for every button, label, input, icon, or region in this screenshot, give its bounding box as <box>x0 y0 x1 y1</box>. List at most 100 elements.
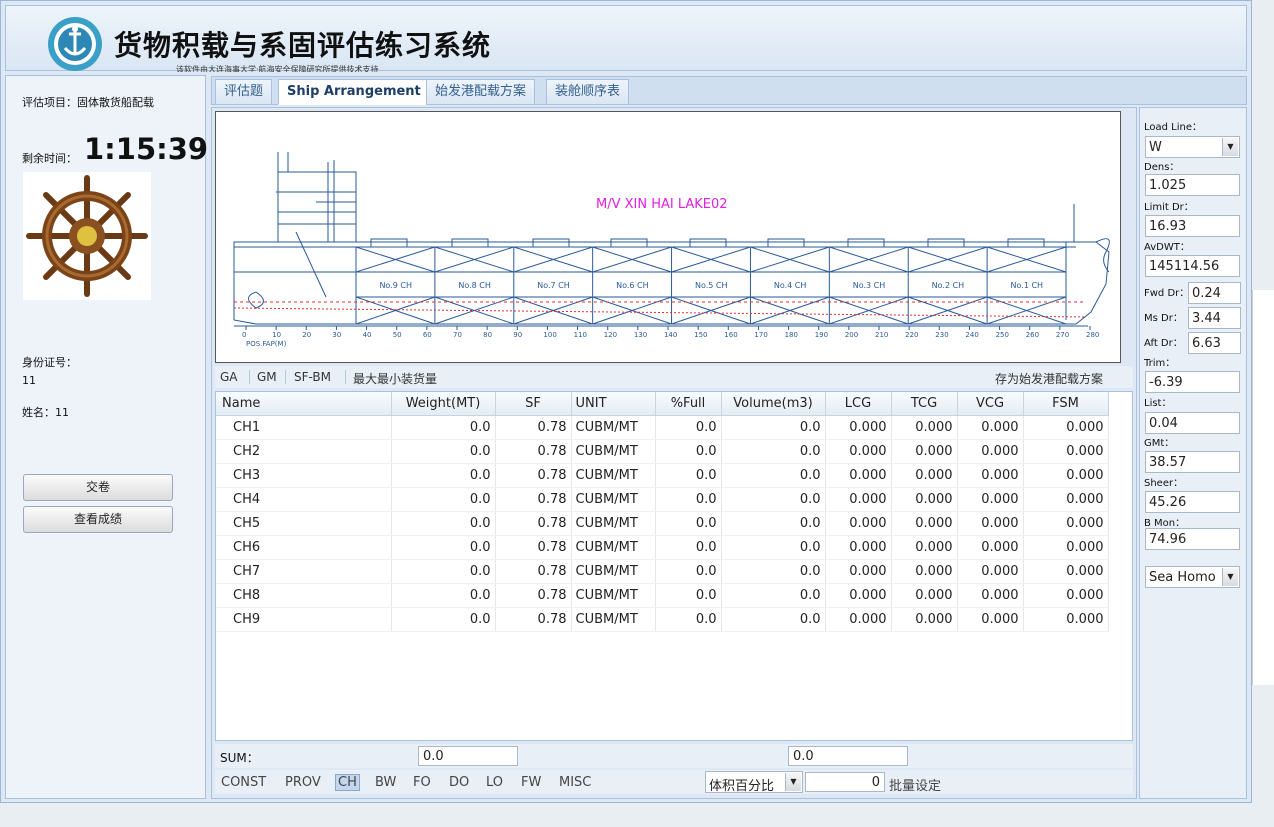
tab-bw[interactable]: BW <box>375 775 396 790</box>
save-departure-plan-button[interactable]: 存为始发港配载方案 <box>995 370 1103 387</box>
table-cell-sf[interactable]: 0.78 <box>495 463 572 488</box>
table-cell-lcg[interactable]: 0.000 <box>825 463 892 488</box>
trim-field[interactable]: -6.39 <box>1145 371 1240 393</box>
submit-button[interactable]: 交卷 <box>23 474 173 501</box>
col-vcg[interactable]: VCG <box>957 392 1024 416</box>
ms-dr-field[interactable]: 3.44 <box>1188 307 1241 329</box>
table-cell-sf[interactable]: 0.78 <box>495 487 572 512</box>
table-cell-weight-mt[interactable]: 0.0 <box>391 607 496 632</box>
table-cell-sf[interactable]: 0.78 <box>495 583 572 608</box>
mode-select[interactable]: 体积百分比 ▼ <box>705 771 803 794</box>
sf-bm-button[interactable]: SF-BM <box>294 370 331 384</box>
table-cell-sf[interactable]: 0.78 <box>495 439 572 464</box>
table-cell-sf[interactable]: 0.78 <box>495 559 572 584</box>
fwd-dr-field[interactable]: 0.24 <box>1188 282 1241 304</box>
dens-field[interactable]: 1.025 <box>1145 174 1240 196</box>
tab-ship-arrangement[interactable]: Ship Arrangement <box>278 79 430 105</box>
table-row[interactable]: CH1 0.0 0.78 CUBM/MT 0.0 0.0 0.000 0.000 0.000 0.… <box>216 415 1109 440</box>
table-cell-unit[interactable]: CUBM/MT <box>571 415 656 440</box>
table-cell-volume-m3[interactable]: 0.0 <box>721 487 826 512</box>
col-fsm[interactable]: FSM <box>1023 392 1109 416</box>
load-line-select[interactable]: W ▼ <box>1145 136 1240 158</box>
table-cell-fsm[interactable]: 0.000 <box>1023 487 1109 512</box>
table-cell-lcg[interactable]: 0.000 <box>825 535 892 560</box>
table-cell-volume-m3[interactable]: 0.0 <box>721 415 826 440</box>
table-cell-lcg[interactable]: 0.000 <box>825 559 892 584</box>
table-cell-unit[interactable]: CUBM/MT <box>571 583 656 608</box>
table-cell-name[interactable]: CH1 <box>216 415 392 440</box>
tab-fw[interactable]: FW <box>521 775 541 790</box>
table-cell-fsm[interactable]: 0.000 <box>1023 511 1109 536</box>
table-cell-fsm[interactable]: 0.000 <box>1023 583 1109 608</box>
tab-evaluation-questions[interactable]: 评估题 <box>215 79 273 105</box>
table-cell-fsm[interactable]: 0.000 <box>1023 559 1109 584</box>
tab-const[interactable]: CONST <box>221 775 266 790</box>
table-cell--full[interactable]: 0.0 <box>655 607 722 632</box>
table-cell-fsm[interactable]: 0.000 <box>1023 535 1109 560</box>
table-cell-unit[interactable]: CUBM/MT <box>571 511 656 536</box>
tab-prov[interactable]: PROV <box>285 775 321 790</box>
table-cell-volume-m3[interactable]: 0.0 <box>721 559 826 584</box>
table-cell-lcg[interactable]: 0.000 <box>825 487 892 512</box>
table-cell--full[interactable]: 0.0 <box>655 439 722 464</box>
chevron-down-icon[interactable]: ▼ <box>1222 138 1238 156</box>
table-cell-weight-mt[interactable]: 0.0 <box>391 463 496 488</box>
tab-ch[interactable]: CH <box>335 774 360 791</box>
gm-button[interactable]: GM <box>257 370 277 384</box>
table-row[interactable]: CH2 0.0 0.78 CUBM/MT 0.0 0.0 0.000 0.000 0.000 0.… <box>216 439 1109 464</box>
col-lcg[interactable]: LCG <box>825 392 892 416</box>
max-min-cargo-button[interactable]: 最大最小装货量 <box>353 370 437 387</box>
ga-button[interactable]: GA <box>220 370 238 384</box>
view-score-button[interactable]: 查看成绩 <box>23 506 173 533</box>
table-cell-volume-m3[interactable]: 0.0 <box>721 607 826 632</box>
col-weight[interactable]: Weight(MT) <box>391 392 496 416</box>
table-cell-sf[interactable]: 0.78 <box>495 511 572 536</box>
table-cell-volume-m3[interactable]: 0.0 <box>721 463 826 488</box>
chevron-down-icon[interactable]: ▼ <box>785 773 801 791</box>
batch-set-button[interactable]: 批量设定 <box>889 775 941 794</box>
table-cell-sf[interactable]: 0.78 <box>495 535 572 560</box>
table-cell-unit[interactable]: CUBM/MT <box>571 439 656 464</box>
table-cell-lcg[interactable]: 0.000 <box>825 607 892 632</box>
col-volume[interactable]: Volume(m3) <box>721 392 826 416</box>
table-cell-name[interactable]: CH5 <box>216 511 392 536</box>
table-cell-fsm[interactable]: 0.000 <box>1023 439 1109 464</box>
table-cell-weight-mt[interactable]: 0.0 <box>391 487 496 512</box>
table-row[interactable]: CH9 0.0 0.78 CUBM/MT 0.0 0.0 0.000 0.000 0.000 0.… <box>216 607 1109 632</box>
table-cell-lcg[interactable]: 0.000 <box>825 415 892 440</box>
table-cell-unit[interactable]: CUBM/MT <box>571 559 656 584</box>
list-field[interactable]: 0.04 <box>1145 412 1240 434</box>
batch-value-input[interactable]: 0 <box>805 772 885 792</box>
sheer-field[interactable]: 45.26 <box>1145 491 1240 513</box>
table-row[interactable]: CH7 0.0 0.78 CUBM/MT 0.0 0.0 0.000 0.000 0.000 0.… <box>216 559 1109 584</box>
sea-select[interactable]: Sea Homo ▼ <box>1145 566 1240 588</box>
table-cell-name[interactable]: CH7 <box>216 559 392 584</box>
table-cell--full[interactable]: 0.0 <box>655 463 722 488</box>
table-row[interactable]: CH6 0.0 0.78 CUBM/MT 0.0 0.0 0.000 0.000 0.000 0.… <box>216 535 1109 560</box>
table-cell-tcg[interactable]: 0.000 <box>891 487 958 512</box>
gmt-field[interactable]: 38.57 <box>1145 451 1240 473</box>
col-name[interactable]: Name <box>216 392 392 416</box>
table-row[interactable]: CH4 0.0 0.78 CUBM/MT 0.0 0.0 0.000 0.000 0.000 0.… <box>216 487 1109 512</box>
table-cell-fsm[interactable]: 0.000 <box>1023 463 1109 488</box>
table-cell-vcg[interactable]: 0.000 <box>957 415 1024 440</box>
table-cell-unit[interactable]: CUBM/MT <box>571 487 656 512</box>
table-cell--full[interactable]: 0.0 <box>655 487 722 512</box>
table-cell-volume-m3[interactable]: 0.0 <box>721 535 826 560</box>
table-cell-unit[interactable]: CUBM/MT <box>571 463 656 488</box>
table-cell-sf[interactable]: 0.78 <box>495 607 572 632</box>
table-cell-tcg[interactable]: 0.000 <box>891 535 958 560</box>
table-cell-vcg[interactable]: 0.000 <box>957 583 1024 608</box>
table-cell-lcg[interactable]: 0.000 <box>825 511 892 536</box>
table-cell-name[interactable]: CH6 <box>216 535 392 560</box>
table-cell-tcg[interactable]: 0.000 <box>891 559 958 584</box>
tab-do[interactable]: DO <box>449 775 469 790</box>
table-cell-vcg[interactable]: 0.000 <box>957 535 1024 560</box>
chevron-down-icon[interactable]: ▼ <box>1222 568 1238 586</box>
table-cell-name[interactable]: CH2 <box>216 439 392 464</box>
table-cell--full[interactable]: 0.0 <box>655 559 722 584</box>
table-cell--full[interactable]: 0.0 <box>655 415 722 440</box>
table-cell-fsm[interactable]: 0.000 <box>1023 607 1109 632</box>
table-cell-volume-m3[interactable]: 0.0 <box>721 439 826 464</box>
tab-departure-plan[interactable]: 始发港配载方案 <box>426 79 536 105</box>
